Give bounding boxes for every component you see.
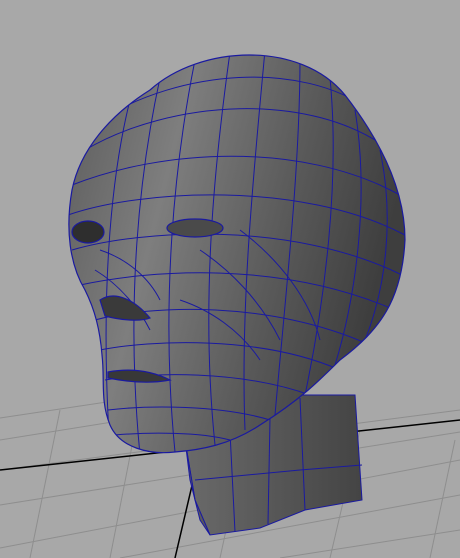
- left-eye-socket: [166, 218, 224, 238]
- right-eye-socket: [71, 220, 105, 244]
- viewport-canvas[interactable]: [0, 0, 460, 558]
- head-mesh[interactable]: [68, 50, 406, 455]
- 3d-viewport[interactable]: [0, 0, 460, 558]
